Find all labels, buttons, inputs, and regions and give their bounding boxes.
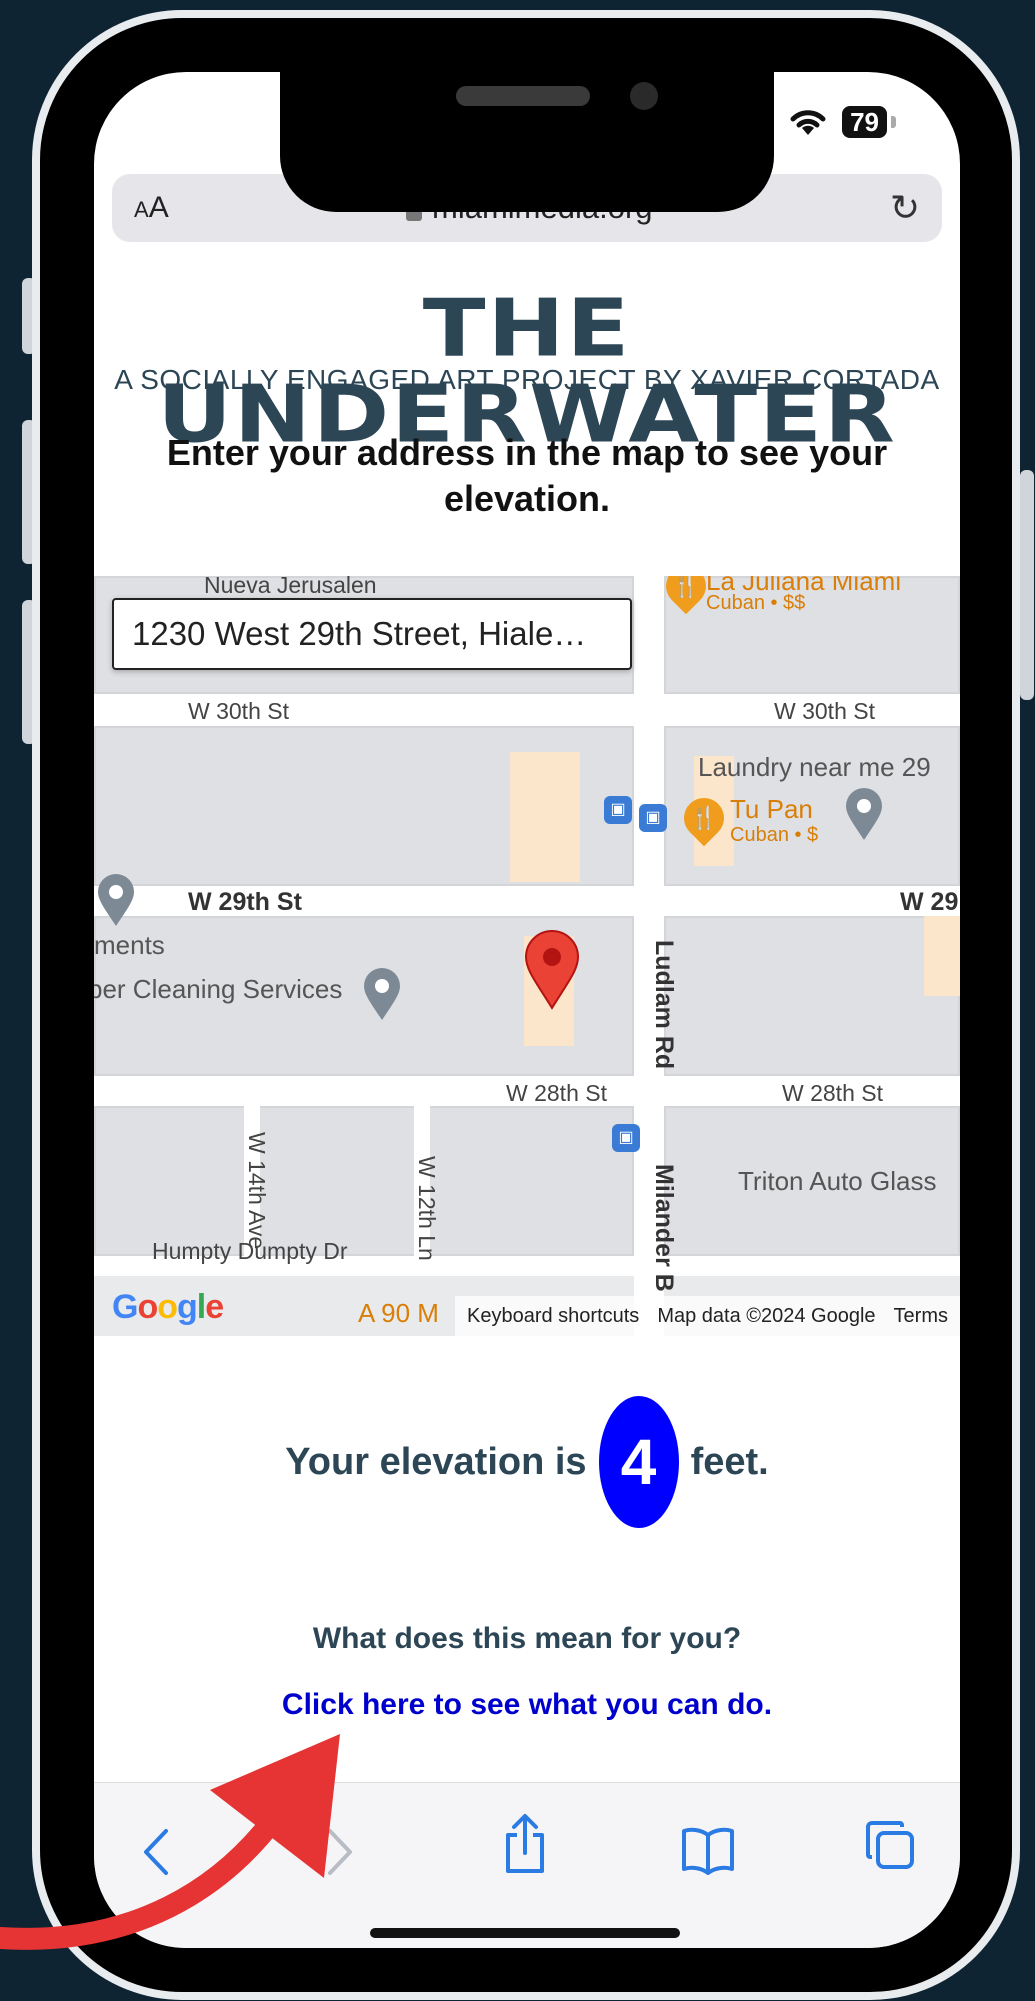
bus-stop-icon[interactable]: ▣	[604, 796, 632, 824]
battery-indicator: 79	[842, 106, 887, 138]
reload-icon[interactable]: ↻	[890, 187, 920, 229]
map-data-attribution: Map data ©2024 Google	[657, 1304, 876, 1327]
notch	[280, 72, 774, 212]
terms-link[interactable]: Terms	[894, 1305, 948, 1328]
address-prompt: Enter your address in the map to see you…	[166, 432, 888, 519]
poi-label[interactable]: ments	[94, 930, 165, 961]
poi-label[interactable]: Laundry near me 29	[698, 752, 931, 783]
phone-screen: 79 AA miamimedia.org ↻ THE UNDERWATER A …	[94, 72, 960, 1948]
google-logo: Google	[112, 1288, 224, 1326]
poi-sublabel: Cuban • $	[730, 824, 819, 846]
place-pin-icon[interactable]	[362, 966, 402, 1022]
place-pin-icon[interactable]	[844, 786, 884, 842]
location-pin-icon[interactable]	[524, 930, 580, 1010]
text-size-button[interactable]: AA	[134, 191, 169, 225]
bus-stop-icon[interactable]: ▣	[612, 1124, 640, 1152]
share-icon[interactable]	[502, 1813, 548, 1875]
home-indicator	[370, 1928, 680, 1938]
bookmarks-icon[interactable]	[680, 1825, 736, 1875]
map-building	[510, 752, 580, 882]
what-you-can-do-link[interactable]: Click here to see what you can do.	[94, 1688, 960, 1722]
street-label: W 29th St	[188, 888, 302, 916]
elevation-value: 4	[598, 1396, 679, 1528]
street-label: W 28th St	[506, 1080, 607, 1106]
annotation-arrow-icon	[0, 1734, 340, 1950]
street-label: Nueva Jerusalen	[204, 576, 377, 598]
street-label: W 12th Ln	[414, 1156, 440, 1261]
poi-label[interactable]: Triton Auto Glass	[738, 1166, 936, 1197]
map-block	[94, 1106, 634, 1256]
poi-label[interactable]: per Cleaning Services	[94, 974, 342, 1005]
speaker	[456, 86, 590, 106]
meaning-heading: What does this mean for you?	[312, 1622, 742, 1655]
tabs-icon[interactable]	[864, 1819, 916, 1871]
elevation-prefix: Your elevation is	[285, 1440, 587, 1483]
bus-stop-icon[interactable]: ▣	[639, 804, 667, 832]
power-button	[1020, 470, 1034, 700]
keyboard-shortcuts-link[interactable]: Keyboard shortcuts	[467, 1305, 639, 1328]
wifi-icon	[790, 110, 826, 135]
street-label: Milander B	[650, 1164, 678, 1292]
street-label: Ludlam Rd	[650, 940, 678, 1070]
map-footer: Keyboard shortcuts Map data ©2024 Google…	[454, 1296, 960, 1336]
poi-label[interactable]: A 90 M	[358, 1298, 439, 1329]
map-building	[924, 916, 960, 996]
street-label: Humpty Dumpty Dr	[152, 1238, 348, 1264]
street-label: W 14th Ave	[244, 1132, 270, 1250]
page-subtitle: A SOCIALLY ENGAGED ART PROJECT BY XAVIER…	[114, 364, 940, 395]
map[interactable]: 1230 West 29th Street, Hiale… Nueva Jeru…	[94, 576, 960, 1336]
poi-label[interactable]: Tu Pan	[730, 794, 813, 825]
restaurant-pin-icon[interactable]: 🍴	[675, 789, 733, 847]
place-pin-icon[interactable]	[96, 872, 136, 928]
map-block	[664, 916, 960, 1076]
street-label: W 30th St	[188, 698, 289, 724]
address-search-input[interactable]: 1230 West 29th Street, Hiale…	[112, 598, 632, 670]
status-bar: 79	[788, 106, 896, 138]
battery-tip	[891, 116, 896, 128]
street-label: W 28th St	[782, 1080, 883, 1106]
front-camera	[630, 82, 658, 110]
elevation-result: Your elevation is 4 feet.	[94, 1396, 960, 1528]
street-label: W 30th St	[774, 698, 875, 724]
elevation-suffix: feet.	[690, 1440, 769, 1483]
street-label: W 29	[900, 888, 959, 916]
poi-sublabel: Cuban • $$	[706, 592, 806, 614]
